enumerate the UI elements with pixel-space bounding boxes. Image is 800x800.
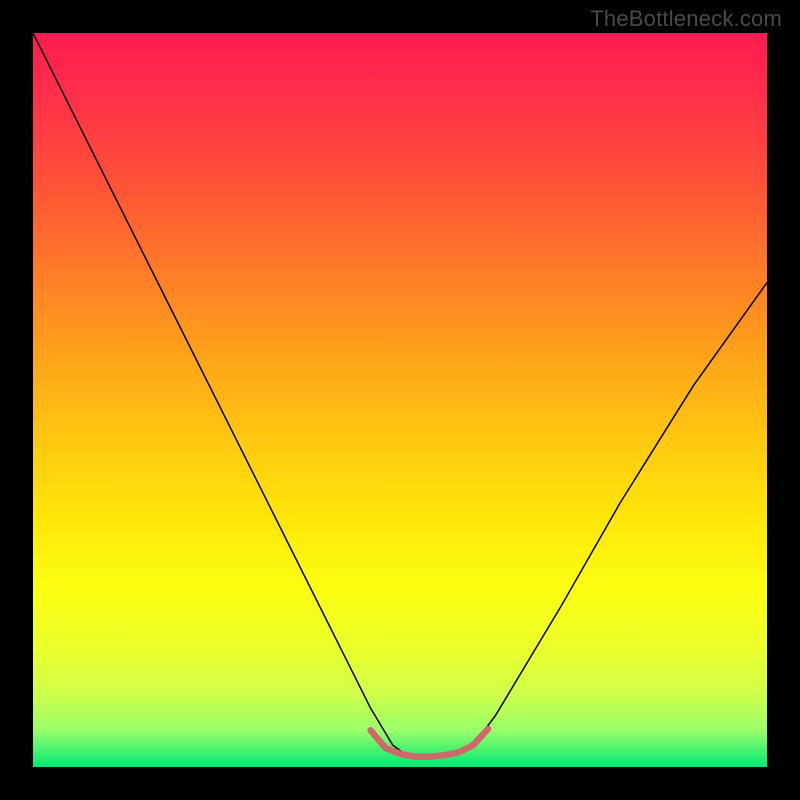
series-bottom-highlight [371,729,488,757]
chart-frame: TheBottleneck.com [0,0,800,800]
series-bottleneck-curve [33,33,767,758]
series-container [33,33,767,758]
curve-layer [33,33,767,767]
plot-area [33,33,767,767]
watermark-text: TheBottleneck.com [590,6,782,32]
